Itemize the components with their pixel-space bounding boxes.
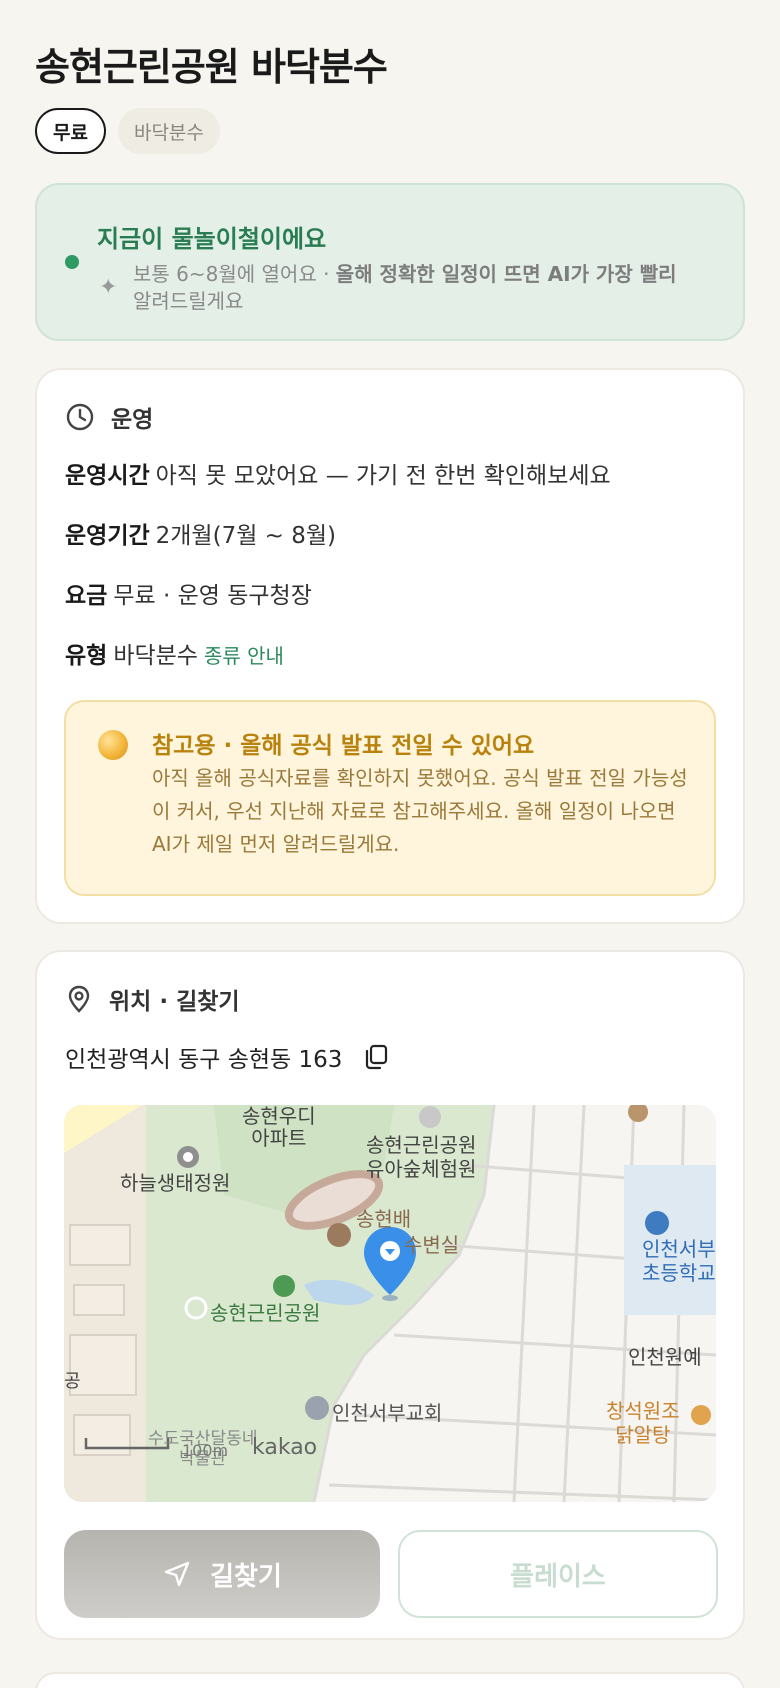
status-dot [65, 255, 79, 269]
map-label-school: 인천서부 초등학교 [642, 1237, 716, 1285]
row-hours: 운영시간 아직 못 모았어요 — 가기 전 한번 확인해보세요 [65, 456, 611, 490]
operation-label: 운영 [111, 407, 154, 433]
navigate-label: 길찾기 [210, 1561, 282, 1592]
map-label-forest: 송현근린공원 유아숲체험원 [366, 1133, 477, 1181]
page-title: 송현근린공원 바닥분수 [35, 45, 388, 89]
map-label-church: 인천서부교회 [332, 1401, 443, 1425]
row-fee: 요금 무료 · 운영 동구청장 [65, 576, 312, 610]
map-label-incheon-won: 인천원예 [628, 1345, 702, 1369]
clock-icon [66, 403, 94, 431]
row-period: 운영기간 2개월(7월 ~ 8월) [65, 516, 336, 550]
location-pin-icon [68, 985, 90, 1013]
address-row: 인천광역시 동구 송현동 163 [65, 1040, 390, 1074]
map-label-songhyeonbae: 송현배 [356, 1207, 412, 1231]
map-label-haneul: 하늘생태정원 [120, 1171, 231, 1195]
season-headline: 지금이 물놀이철이에요 [97, 225, 327, 253]
type-guide-link[interactable]: 종류 안내 [204, 644, 284, 668]
sparkle-icon: ✦ [99, 275, 118, 300]
map-label-park: 송현근린공원 [210, 1301, 321, 1325]
row-period-value: 2개월(7월 ~ 8월) [155, 523, 337, 549]
row-fee-value: 무료 · 운영 동구청장 [113, 583, 312, 609]
season-sub-bold: 올해 정확한 일정이 뜨면 AI가 가장 빨리 [335, 262, 677, 286]
season-sub-suffix: 알려드릴게요 [133, 289, 244, 313]
operation-header: 운영 [65, 400, 153, 434]
place-button[interactable]: 플레이스 [398, 1530, 718, 1618]
row-period-key: 운영기간 [65, 523, 150, 549]
row-type-key: 유형 [65, 643, 108, 669]
address-text: 인천광역시 동구 송현동 163 [65, 1047, 343, 1073]
map-brand-logo: kakao [252, 1435, 318, 1460]
map-label-restaurant: 창석원조 닭알탕 [606, 1399, 680, 1447]
operation-card: 운영 운영시간 아직 못 모았어요 — 가기 전 한번 확인해보세요 운영기간 2개… [35, 368, 745, 924]
location-card: 위치 · 길찾기 인천광역시 동구 송현동 163 송현우디 아파트 하늘생태정… [35, 950, 745, 1640]
map-view[interactable]: 송현우디 아파트 하늘생태정원 송현근린공원 유아숲체험원 송현배 수변실 송현… [64, 1105, 716, 1502]
row-type-value: 바닥분수 [113, 643, 198, 669]
navigation-arrow-icon [164, 1561, 190, 1587]
map-label-apt: 송현우디 아파트 [242, 1105, 316, 1150]
tag-chips: 무료 바닥분수 [35, 108, 220, 154]
season-sub-prefix: 보통 6~8월에 열어요 · [133, 262, 336, 286]
location-label: 위치 · 길찾기 [109, 989, 240, 1015]
row-hours-value: 아직 못 모았어요 — 가기 전 한번 확인해보세요 [155, 463, 611, 489]
next-section-card [35, 1672, 745, 1688]
notice-body: 아직 올해 공식자료를 확인하지 못했어요. 공식 발표 전일 가능성이 커서,… [152, 766, 688, 856]
season-banner: 지금이 물놀이철이에요 ✦ 보통 6~8월에 열어요 · 올해 정확한 일정이 … [35, 183, 745, 341]
row-type: 유형 바닥분수 종류 안내 [65, 636, 284, 670]
season-subtext: 보통 6~8월에 열어요 · 올해 정확한 일정이 뜨면 AI가 가장 빨리 알… [133, 261, 723, 315]
coin-icon [98, 730, 128, 760]
location-header: 위치 · 길찾기 [65, 982, 240, 1016]
map-label-susubyeon: 수변실 [404, 1233, 460, 1257]
page: 송현근린공원 바닥분수 무료 바닥분수 지금이 물놀이철이에요 ✦ 보통 6~8… [0, 0, 780, 1688]
row-fee-key: 요금 [65, 583, 108, 609]
map-scale-label: 100m [182, 1441, 229, 1460]
chip-free[interactable]: 무료 [35, 108, 106, 154]
row-hours-key: 운영시간 [65, 463, 150, 489]
navigate-button[interactable]: 길찾기 [64, 1530, 380, 1618]
map-label-gong: 공 [64, 1371, 81, 1392]
reference-notice: 참고용 · 올해 공식 발표 전일 수 있어요 아직 올해 공식자료를 확인하지… [64, 700, 716, 896]
chip-type[interactable]: 바닥분수 [117, 108, 220, 154]
notice-headline: 참고용 · 올해 공식 발표 전일 수 있어요 [152, 733, 535, 759]
copy-icon[interactable] [362, 1043, 390, 1071]
